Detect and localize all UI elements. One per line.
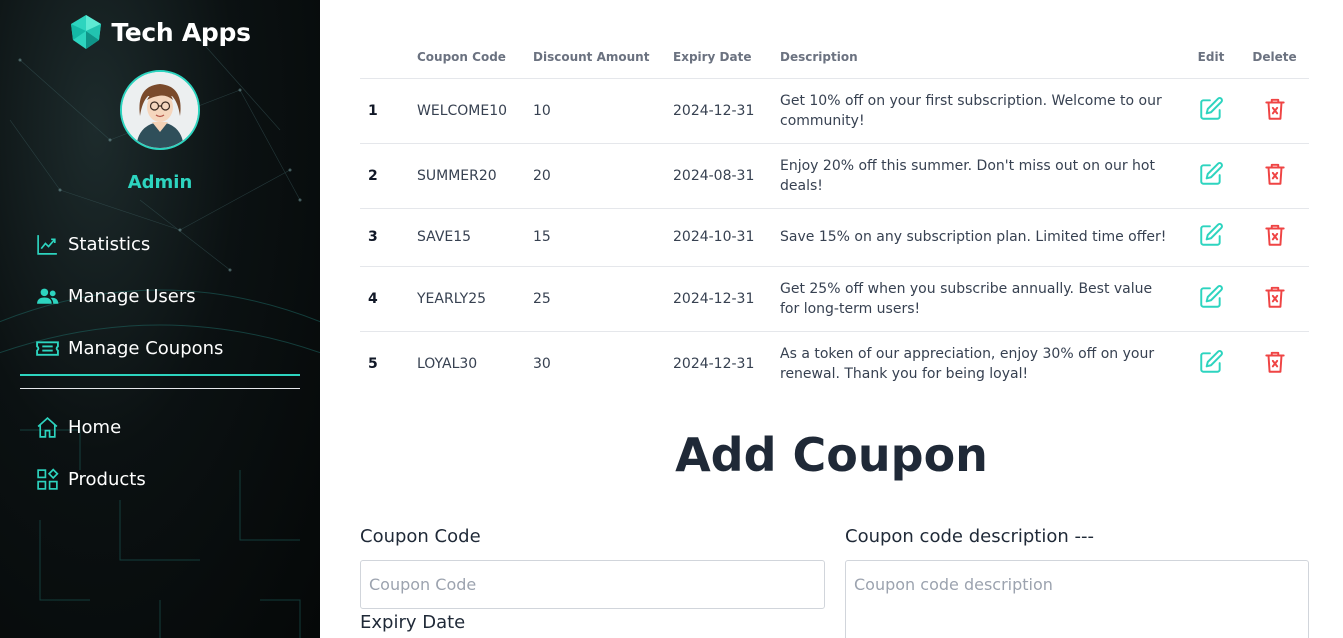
site-nav: Home Products (35, 412, 305, 494)
coupon-code-input[interactable] (360, 560, 825, 609)
sidebar-item-label: Manage Users (68, 285, 196, 307)
table-row: 3 SAVE15 15 2024-10-31 Save 15% on any subsc… (360, 207, 1309, 266)
table-row: 2 SUMMER20 20 2024-08-31 Enjoy 20% off this … (360, 142, 1309, 208)
discount-cell: 10 (525, 77, 665, 143)
delete-cell (1240, 265, 1309, 331)
delete-icon[interactable] (1262, 349, 1288, 375)
home-icon (37, 416, 58, 438)
users-icon (37, 288, 59, 304)
column-header-description: Description (780, 49, 858, 64)
discount-cell: 30 (525, 330, 665, 396)
crystal-logo-icon (71, 15, 102, 49)
coupon-code-cell: SAVE15 (409, 207, 525, 266)
coupon-code-cell: SUMMER20 (409, 142, 525, 208)
delete-cell (1240, 142, 1309, 208)
expiry-cell: 2024-12-31 (665, 330, 772, 396)
description-cell: Enjoy 20% off this summer. Don't miss ou… (772, 142, 1182, 208)
sidebar: Tech Apps Admin Statistics Manage Users … (0, 0, 320, 638)
sidebar-item-manage-coupons[interactable]: Manage Coupons (35, 333, 305, 363)
coupon-code-cell: LOYAL30 (409, 330, 525, 396)
coupons-table: Coupon Code Discount Amount Expiry Date … (360, 36, 1309, 396)
expiry-date-label: Expiry Date (360, 612, 466, 633)
row-index: 2 (360, 142, 409, 208)
sidebar-item-label: Manage Coupons (68, 337, 224, 359)
sidebar-item-products[interactable]: Products (35, 464, 305, 494)
coupon-code-cell: YEARLY25 (409, 265, 525, 331)
grid-icon (37, 467, 59, 490)
brand[interactable]: Tech Apps (0, 14, 320, 50)
table-row: 1 WELCOME10 10 2024-12-31 Get 10% off on you… (360, 77, 1309, 143)
delete-icon[interactable] (1262, 222, 1288, 248)
user-role: Admin (127, 172, 193, 193)
expiry-cell: 2024-12-31 (665, 77, 772, 143)
edit-cell (1182, 77, 1240, 143)
user-portrait-icon (122, 72, 198, 148)
column-header-index (360, 36, 409, 78)
coupon-code-label: Coupon Code (360, 526, 481, 547)
discount-cell: 15 (525, 207, 665, 266)
row-index: 1 (360, 77, 409, 143)
nav-divider-accent (20, 374, 300, 376)
edit-icon[interactable] (1198, 284, 1224, 310)
row-index: 3 (360, 207, 409, 266)
sidebar-item-label: Statistics (68, 233, 151, 255)
edit-icon[interactable] (1198, 96, 1224, 122)
expiry-cell: 2024-10-31 (665, 207, 772, 266)
sidebar-item-statistics[interactable]: Statistics (35, 229, 305, 259)
nav-divider (20, 388, 300, 389)
discount-cell: 20 (525, 142, 665, 208)
expiry-cell: 2024-12-31 (665, 265, 772, 331)
delete-icon[interactable] (1262, 96, 1288, 122)
brand-name: Tech Apps (111, 17, 251, 47)
column-header-code: Coupon Code (417, 49, 506, 64)
edit-icon[interactable] (1198, 161, 1224, 187)
coupon-description-label: Coupon code description --- (845, 526, 1094, 547)
sidebar-item-label: Products (68, 468, 146, 490)
delete-cell (1240, 207, 1309, 266)
discount-cell: 25 (525, 265, 665, 331)
ticket-icon (36, 340, 59, 356)
sidebar-item-home[interactable]: Home (35, 412, 305, 442)
row-index: 4 (360, 265, 409, 331)
admin-nav: Statistics Manage Users Manage Coupons (35, 229, 305, 363)
edit-icon[interactable] (1198, 222, 1224, 248)
table-row: 5 LOYAL30 30 2024-12-31 As a token of our ap… (360, 330, 1309, 396)
row-index: 5 (360, 330, 409, 396)
add-coupon-title: Add Coupon (675, 428, 988, 482)
edit-cell (1182, 330, 1240, 396)
edit-icon[interactable] (1198, 349, 1224, 375)
edit-cell (1182, 142, 1240, 208)
column-header-delete: Delete (1252, 49, 1297, 64)
description-cell: Get 10% off on your first subscription. … (772, 77, 1182, 143)
delete-icon[interactable] (1262, 284, 1288, 310)
delete-cell (1240, 77, 1309, 143)
sidebar-item-label: Home (68, 416, 122, 438)
coupon-description-input[interactable] (845, 560, 1309, 638)
coupon-code-cell: WELCOME10 (409, 77, 525, 143)
description-cell: As a token of our appreciation, enjoy 30… (772, 330, 1182, 396)
column-header-discount: Discount Amount (533, 49, 650, 64)
column-header-edit: Edit (1197, 49, 1225, 64)
table-row: 4 YEARLY25 25 2024-12-31 Get 25% off when yo… (360, 265, 1309, 331)
description-cell: Get 25% off when you subscribe annually.… (772, 265, 1182, 331)
avatar[interactable] (120, 70, 200, 150)
expiry-cell: 2024-08-31 (665, 142, 772, 208)
delete-icon[interactable] (1262, 161, 1288, 187)
description-cell: Save 15% on any subscription plan. Limit… (772, 207, 1182, 266)
table-header-row: Coupon Code Discount Amount Expiry Date … (360, 36, 1309, 78)
edit-cell (1182, 207, 1240, 266)
sidebar-item-manage-users[interactable]: Manage Users (35, 281, 305, 311)
column-header-expiry: Expiry Date (673, 49, 752, 64)
delete-cell (1240, 330, 1309, 396)
edit-cell (1182, 265, 1240, 331)
chart-line-icon (37, 234, 57, 255)
main-content: Coupon Code Discount Amount Expiry Date … (320, 0, 1343, 638)
